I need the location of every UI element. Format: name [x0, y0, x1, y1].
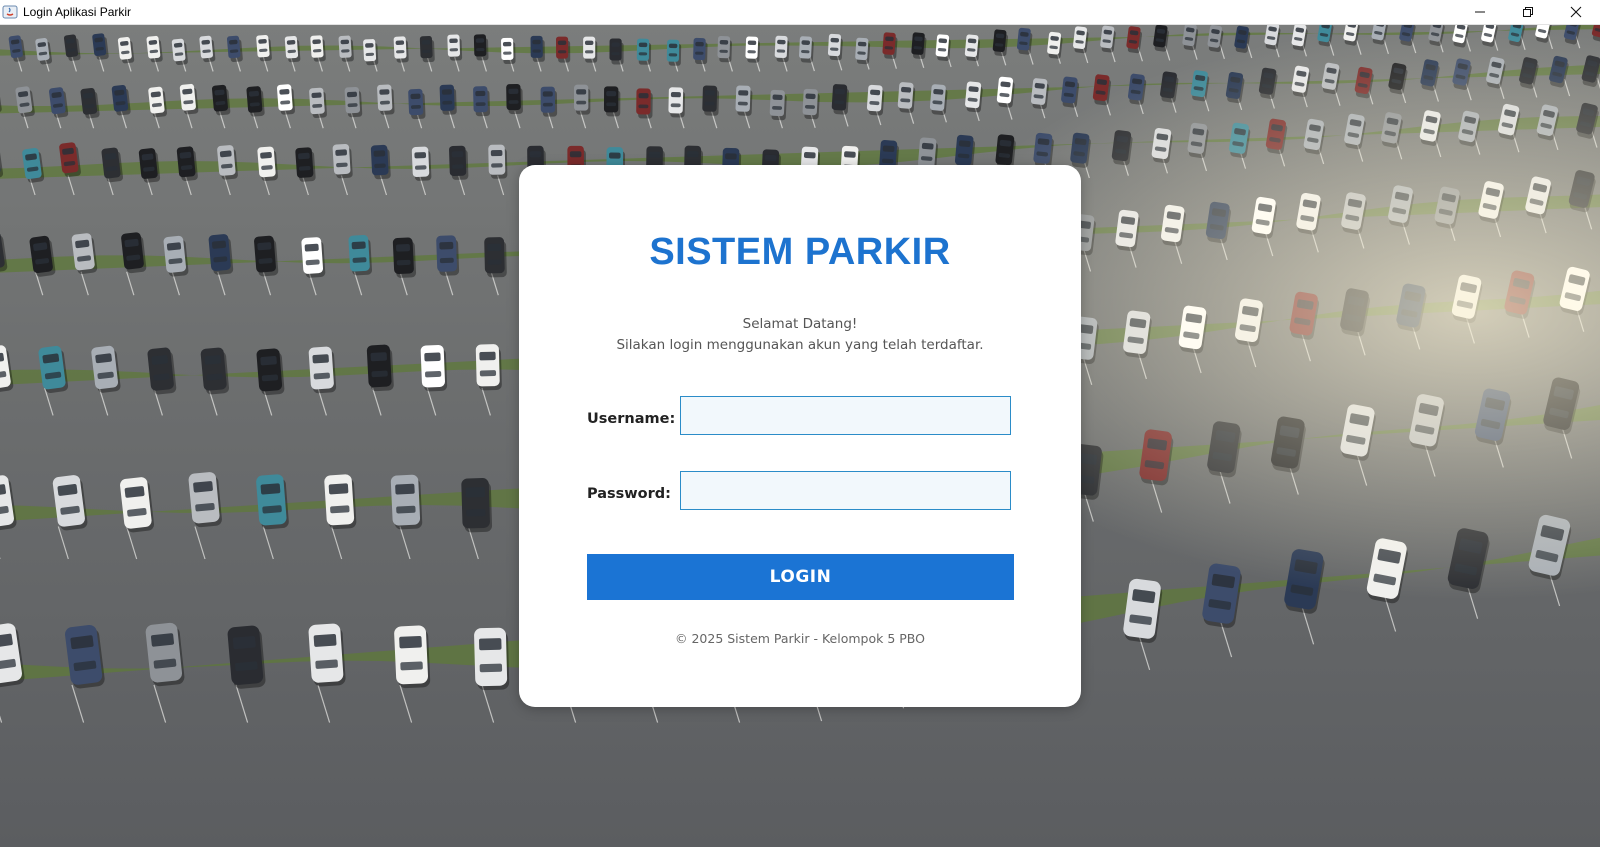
welcome-message: Selamat Datang! Silakan login menggunaka… — [519, 314, 1081, 356]
username-label: Username: — [587, 411, 676, 427]
minimize-icon — [1475, 11, 1485, 13]
restore-icon — [1523, 7, 1533, 17]
window-title: Login Aplikasi Parkir — [23, 5, 132, 19]
login-button[interactable]: LOGIN — [587, 554, 1014, 600]
welcome-greeting: Selamat Datang! — [742, 316, 858, 332]
title-bar[interactable]: Login Aplikasi Parkir — [0, 0, 1600, 25]
close-button[interactable] — [1552, 0, 1600, 24]
java-app-icon — [2, 4, 18, 20]
close-icon — [1570, 6, 1582, 18]
app-window: Login Aplikasi Parkir SISTEM PARKIR Sela… — [0, 0, 1600, 847]
password-input[interactable] — [680, 471, 1011, 510]
app-title: SISTEM PARKIR — [649, 231, 951, 273]
copyright-footer: © 2025 Sistem Parkir - Kelompok 5 PBO — [674, 631, 926, 646]
restore-button[interactable] — [1504, 0, 1552, 24]
login-card: SISTEM PARKIR Selamat Datang! Silakan lo… — [519, 165, 1081, 707]
password-label: Password: — [587, 486, 671, 502]
welcome-instruction: Silakan login menggunakan akun yang tela… — [616, 337, 984, 353]
window-controls — [1456, 0, 1600, 24]
minimize-button[interactable] — [1456, 0, 1504, 24]
username-input[interactable] — [680, 396, 1011, 435]
